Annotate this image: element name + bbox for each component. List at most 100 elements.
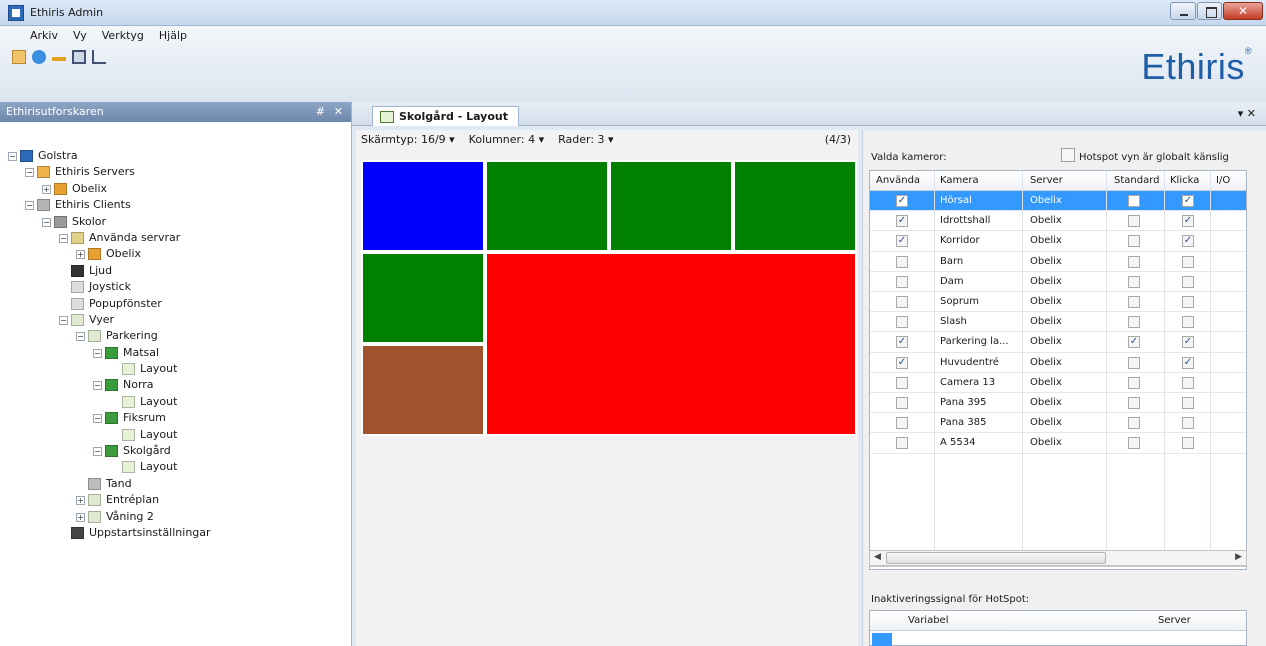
click-checkbox[interactable] [1182, 296, 1194, 308]
tree-node[interactable]: − Skolgård [0, 443, 351, 459]
use-checkbox[interactable] [896, 316, 908, 329]
camera-row[interactable]: Pana 385 Obelix [870, 413, 1246, 434]
tree-node[interactable]: − Skolor [0, 214, 351, 230]
expand-icon[interactable]: + [76, 250, 85, 260]
tree-node[interactable]: + Entréplan [0, 492, 351, 508]
click-checkbox[interactable]: ✓ [1182, 195, 1194, 207]
standard-checkbox[interactable] [1128, 215, 1140, 228]
click-checkbox[interactable] [1182, 255, 1194, 268]
col-server[interactable]: Server [1030, 175, 1063, 186]
save-icon[interactable] [72, 50, 86, 64]
camera-row[interactable]: Soprum Obelix [870, 292, 1246, 313]
hotspot-signal-row-selector[interactable] [872, 633, 892, 646]
tree-node[interactable]: + Våning 2 [0, 509, 351, 525]
screen-type-dropdown[interactable]: Skärmtyp: 16/9 ▾ [361, 133, 455, 146]
standard-checkbox[interactable] [1128, 376, 1140, 389]
tree-node[interactable]: Layout [0, 427, 351, 443]
col-standard[interactable]: Standard [1114, 175, 1160, 186]
camera-row[interactable]: Dam Obelix [870, 272, 1246, 292]
tree-node[interactable]: Tand [0, 476, 351, 492]
collapse-icon[interactable]: − [25, 201, 34, 211]
tree-node[interactable]: Ljud [0, 263, 351, 279]
click-checkbox[interactable] [1182, 275, 1194, 288]
cell-brown[interactable] [361, 344, 485, 436]
menu-hjalp[interactable]: Hjälp [159, 27, 187, 45]
standard-checkbox[interactable] [1128, 235, 1140, 248]
cell-red-large[interactable] [485, 252, 857, 436]
tree-node[interactable]: Joystick [0, 279, 351, 295]
standard-checkbox[interactable] [1128, 397, 1140, 409]
panel-close-icon[interactable]: ✕ [334, 105, 343, 118]
use-checkbox[interactable] [896, 296, 908, 308]
cell-green-1[interactable] [485, 160, 609, 252]
use-checkbox[interactable] [896, 397, 908, 409]
cell-green-3[interactable] [733, 160, 857, 252]
click-checkbox[interactable] [1182, 397, 1194, 409]
collapse-icon[interactable]: − [93, 381, 102, 391]
camera-row[interactable]: ✓ Korridor Obelix ✓ [870, 231, 1246, 252]
tree-node[interactable]: Popupfönster [0, 296, 351, 312]
collapse-icon[interactable]: − [25, 168, 34, 178]
col-anvanda[interactable]: Använda [876, 175, 920, 186]
col-server-signal[interactable]: Server [1158, 615, 1191, 626]
tree-node[interactable]: − Golstra [0, 148, 351, 164]
rows-dropdown[interactable]: Rader: 3 ▾ [558, 133, 613, 146]
standard-checkbox[interactable] [1128, 417, 1140, 430]
collapse-icon[interactable]: − [59, 315, 68, 325]
col-kamera[interactable]: Kamera [940, 175, 979, 186]
camera-row[interactable]: ✓ Hörsal Obelix ✓ [870, 191, 1246, 212]
tree-node[interactable]: Layout [0, 394, 351, 410]
collapse-icon[interactable]: − [42, 217, 51, 227]
use-checkbox[interactable]: ✓ [896, 195, 908, 207]
expand-icon[interactable]: + [76, 512, 85, 522]
tree-node[interactable]: − Norra [0, 377, 351, 393]
click-checkbox[interactable]: ✓ [1182, 336, 1194, 349]
standard-checkbox[interactable] [1128, 437, 1140, 450]
standard-checkbox[interactable] [1128, 296, 1140, 308]
close-button[interactable]: ✕ [1223, 2, 1263, 20]
hotspot-global-checkbox[interactable] [1061, 148, 1075, 162]
click-checkbox[interactable] [1182, 417, 1194, 430]
menu-arkiv[interactable]: Arkiv [30, 27, 58, 45]
tree-node[interactable]: − Ethiris Clients [0, 197, 351, 213]
collapse-icon[interactable]: − [93, 348, 102, 358]
standard-checkbox[interactable] [1128, 356, 1140, 369]
scroll-thumb[interactable] [886, 552, 1106, 564]
tree-node[interactable]: − Parkering [0, 328, 351, 344]
expand-icon[interactable]: + [76, 496, 85, 506]
tab-controls[interactable]: ▾ ✕ [1238, 107, 1256, 120]
cell-green-2[interactable] [609, 160, 733, 252]
click-checkbox[interactable] [1182, 376, 1194, 389]
camera-row[interactable]: Camera 13 Obelix [870, 373, 1246, 393]
click-checkbox[interactable]: ✓ [1182, 235, 1194, 248]
minimize-button[interactable] [1170, 2, 1196, 20]
expand-icon[interactable]: + [42, 184, 51, 194]
tree-node[interactable]: Layout [0, 361, 351, 377]
tab-skolgard-layout[interactable]: Skolgård - Layout [372, 106, 520, 126]
collapse-icon[interactable]: − [59, 233, 68, 243]
camera-row[interactable]: Pana 395 Obelix [870, 393, 1246, 414]
use-checkbox[interactable] [896, 437, 908, 450]
tree-node[interactable]: − Ethiris Servers [0, 164, 351, 180]
standard-checkbox[interactable] [1128, 275, 1140, 288]
standard-checkbox[interactable] [1128, 195, 1140, 207]
standard-checkbox[interactable]: ✓ [1128, 336, 1140, 349]
camera-row[interactable]: A 5534 Obelix [870, 433, 1246, 454]
use-checkbox[interactable] [896, 417, 908, 430]
export-icon[interactable] [92, 50, 106, 64]
scroll-left-icon[interactable]: ◀ [874, 552, 881, 562]
tree-node[interactable]: − Använda servrar [0, 230, 351, 246]
standard-checkbox[interactable] [1128, 316, 1140, 329]
tree-node[interactable]: − Fiksrum [0, 410, 351, 426]
menu-verktyg[interactable]: Verktyg [102, 27, 144, 45]
horizontal-scrollbar[interactable]: ◀ ▶ [869, 550, 1247, 566]
tree-node[interactable]: − Vyer [0, 312, 351, 328]
cell-green-4[interactable] [361, 252, 485, 344]
tree-node[interactable]: − Matsal [0, 345, 351, 361]
col-io[interactable]: I/O [1216, 175, 1230, 186]
pin-icon[interactable]: # [316, 105, 325, 118]
camera-row[interactable]: Slash Obelix [870, 312, 1246, 333]
menu-vy[interactable]: Vy [73, 27, 87, 45]
columns-dropdown[interactable]: Kolumner: 4 ▾ [469, 133, 544, 146]
tree-node[interactable]: + Obelix [0, 181, 351, 197]
